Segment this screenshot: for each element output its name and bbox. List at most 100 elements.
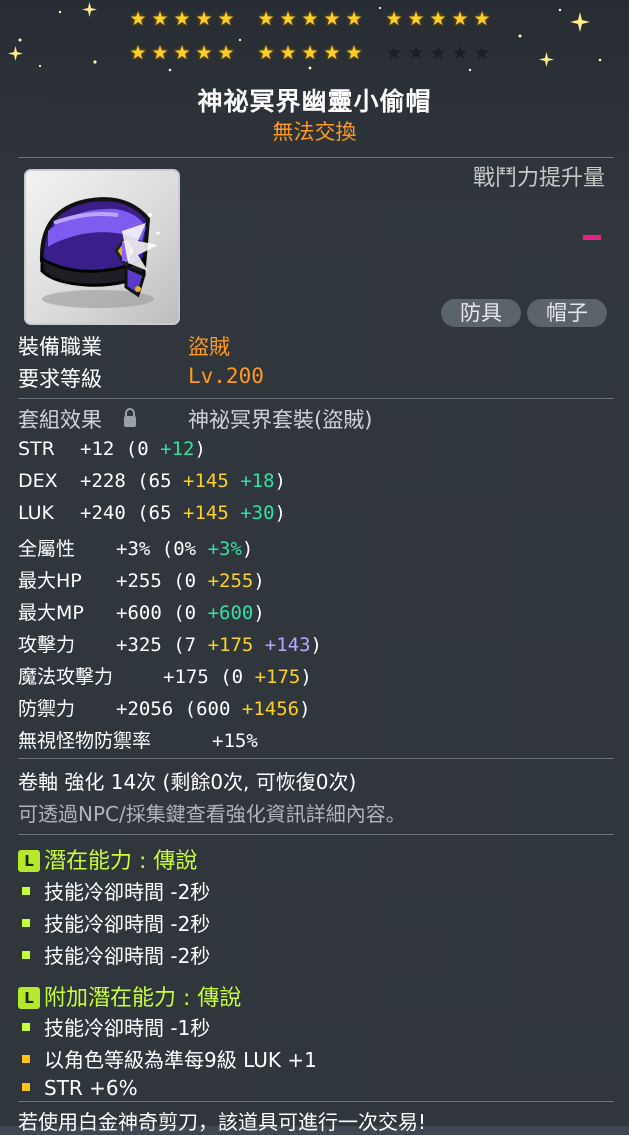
item-tooltip: ★ ★ ★ ★ ★ ★ ★ ★ ★ ★ ★ ★ ★ ★ ★ ★ ★ ★ ★ ★ ★ ★ ★ ★ ★ ★ ★ ★ ★ ★ 神祕冥界幽靈小偷… xyxy=(0,0,629,1134)
bullet-icon xyxy=(22,887,30,895)
star-filled-icon: ★ xyxy=(173,8,193,30)
bonus-potential-title: 附加潛在能力 : 傳說 xyxy=(44,986,242,1011)
divider xyxy=(18,758,614,759)
stat-row: DEX +228 (65 +145 +18) xyxy=(18,470,286,492)
stat-total: +15% xyxy=(212,730,258,752)
star-filled-icon: ★ xyxy=(217,42,237,64)
star-filled-icon: ★ xyxy=(279,8,299,30)
scroll-upgrade-info: 卷軸 強化 14次 (剩餘0次, 可恢復0次) xyxy=(18,770,357,794)
star-filled-icon: ★ xyxy=(451,8,471,30)
stat-row: 全屬性 +3% (0% +3%) xyxy=(18,534,253,561)
stat-bonus-enhance: +3% xyxy=(207,538,242,560)
stat-row: 最大MP +600 (0 +600) xyxy=(18,598,265,625)
level-requirement-value: Lv.200 xyxy=(188,364,264,388)
stat-row: 防禦力 +2056 (600 +1456) xyxy=(18,694,311,721)
bonus-potential-line: STR +6% xyxy=(22,1076,138,1100)
star-empty-icon: ★ xyxy=(451,42,471,64)
stat-name: 無視怪物防禦率 xyxy=(18,730,152,752)
stat-total: +240 xyxy=(80,502,126,524)
potential-title: 潛在能力 : 傳說 xyxy=(44,849,198,874)
star-filled-icon: ★ xyxy=(345,8,365,30)
star-filled-icon: ★ xyxy=(323,8,343,30)
stat-bonus-flame: +175 xyxy=(207,634,254,656)
potential-line: 技能冷卻時間 -2秒 xyxy=(22,940,210,969)
legendary-grade-icon: L xyxy=(18,987,40,1009)
stat-base: 7 xyxy=(184,634,197,656)
stat-name: LUK xyxy=(18,502,55,524)
stat-bonus-enhance: +30 xyxy=(240,502,275,524)
star-filled-icon: ★ xyxy=(301,42,321,64)
stat-name: 最大HP xyxy=(18,570,82,592)
stat-name: 最大MP xyxy=(18,602,84,624)
stat-base: 0 xyxy=(137,438,149,460)
category-tag-hat: 帽子 xyxy=(527,299,607,327)
potential-line: 技能冷卻時間 -2秒 xyxy=(22,876,210,905)
stat-row: 攻擊力 +325 (7 +175 +143) xyxy=(18,630,322,657)
star-filled-icon: ★ xyxy=(429,8,449,30)
lock-icon xyxy=(122,408,138,433)
star-empty-icon: ★ xyxy=(407,42,427,64)
legendary-grade-icon: L xyxy=(18,850,40,872)
stat-base: 65 xyxy=(148,470,172,492)
job-requirement-value: 盜賊 xyxy=(188,335,230,359)
stat-name: 防禦力 xyxy=(18,698,76,720)
stat-row: LUK +240 (65 +145 +30) xyxy=(18,502,286,524)
stat-name: 全屬性 xyxy=(18,538,76,560)
stat-total: +2056 xyxy=(116,698,174,720)
stat-total: +228 xyxy=(80,470,126,492)
power-increase-value-dash xyxy=(583,235,601,240)
stat-name: 魔法攻擊力 xyxy=(18,666,114,688)
stat-total: +255 xyxy=(116,570,162,592)
bullet-icon xyxy=(22,1083,30,1091)
divider xyxy=(18,157,614,158)
stat-bonus-enhance: +600 xyxy=(207,602,254,624)
star-filled-icon: ★ xyxy=(151,8,171,30)
star-force-row-1: ★ ★ ★ ★ ★ ★ ★ ★ ★ ★ ★ ★ ★ ★ ★ xyxy=(128,8,629,30)
stat-bonus-flame: +1456 xyxy=(241,698,300,720)
stat-row: 最大HP +255 (0 +255) xyxy=(18,566,265,593)
stat-base: 0 xyxy=(231,666,244,688)
star-empty-icon: ★ xyxy=(429,42,449,64)
bullet-icon xyxy=(22,951,30,959)
star-empty-icon: ★ xyxy=(473,42,493,64)
star-force-row-2: ★ ★ ★ ★ ★ ★ ★ ★ ★ ★ ★ ★ ★ ★ ★ xyxy=(128,42,629,64)
stat-base: 65 xyxy=(148,502,172,524)
set-name: 神祕冥界套裝(盜賊) xyxy=(188,408,373,432)
star-filled-icon: ★ xyxy=(345,42,365,64)
stat-total: +325 xyxy=(116,634,162,656)
stat-row: 無視怪物防禦率 +15% xyxy=(18,726,258,753)
star-filled-icon: ★ xyxy=(385,8,405,30)
bonus-potential-line: 以角色等級為準每9級 LUK +1 xyxy=(22,1044,317,1073)
stat-name: DEX xyxy=(18,470,58,492)
star-filled-icon: ★ xyxy=(195,42,215,64)
star-filled-icon: ★ xyxy=(217,8,237,30)
star-empty-icon: ★ xyxy=(385,42,405,64)
level-requirement-label: 要求等級 xyxy=(18,367,102,391)
stat-bonus-flame: +175 xyxy=(254,666,301,688)
star-filled-icon: ★ xyxy=(129,8,149,30)
thief-hat-icon xyxy=(39,197,160,308)
set-effect-label: 套組效果 xyxy=(18,408,102,432)
divider xyxy=(18,834,614,835)
star-filled-icon: ★ xyxy=(473,8,493,30)
potential-line: 技能冷卻時間 -2秒 xyxy=(22,908,210,937)
stat-base: 0 xyxy=(184,570,197,592)
job-requirement-label: 裝備職業 xyxy=(18,335,102,359)
category-tag-armor: 防具 xyxy=(441,299,521,327)
star-filled-icon: ★ xyxy=(129,42,149,64)
item-name: 神祕冥界幽靈小偷帽 xyxy=(197,87,432,116)
divider xyxy=(18,398,614,399)
stat-row: 魔法攻擊力 +175 (0 +175) xyxy=(18,662,312,689)
star-filled-icon: ★ xyxy=(195,8,215,30)
stat-base: 0% xyxy=(173,538,197,560)
stat-row: STR +12 (0 +12) xyxy=(18,438,206,460)
bonus-potential-line: 技能冷卻時間 -1秒 xyxy=(22,1012,210,1041)
stat-bonus-flame: +145 xyxy=(183,502,229,524)
stat-total: +600 xyxy=(116,602,162,624)
star-filled-icon: ★ xyxy=(279,42,299,64)
star-filled-icon: ★ xyxy=(301,8,321,30)
stat-total: +12 xyxy=(80,438,115,460)
scroll-upgrade-note: 可透過NPC/採集鍵查看強化資訊詳細內容。 xyxy=(18,802,406,826)
bullet-icon xyxy=(22,1023,30,1031)
potential-header: L 潛在能力 : 傳說 xyxy=(18,843,197,875)
